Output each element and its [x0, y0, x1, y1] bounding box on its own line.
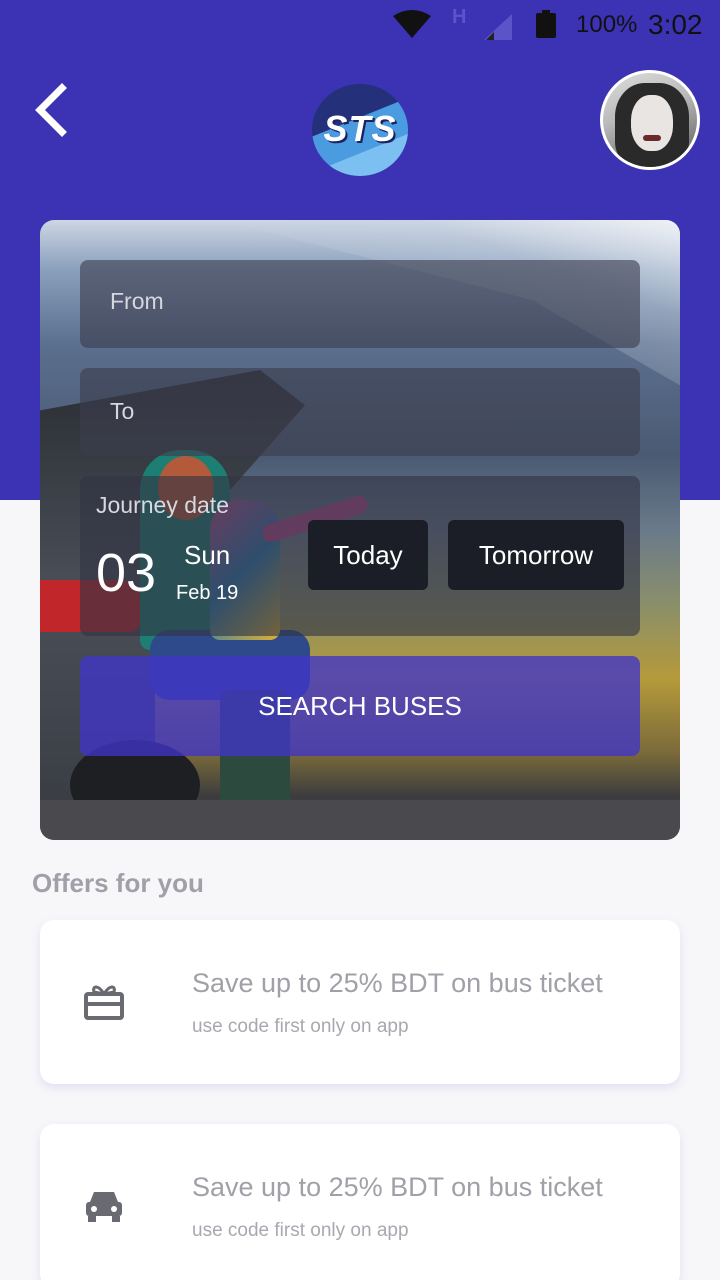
- network-type-indicator: H: [452, 6, 467, 28]
- status-bar: H 100% 3:02: [0, 0, 720, 50]
- offer-title: Save up to 25% BDT on bus ticket: [192, 1172, 603, 1202]
- to-field[interactable]: To: [80, 368, 640, 456]
- car-icon: [86, 1192, 122, 1222]
- offer-title: Save up to 25% BDT on bus ticket: [192, 968, 603, 998]
- app-logo: STS: [312, 84, 408, 176]
- wifi-icon: [393, 10, 431, 38]
- user-avatar[interactable]: [600, 70, 700, 170]
- battery-icon: [536, 10, 556, 38]
- date-day-number: 03: [96, 543, 157, 603]
- journey-date-picker[interactable]: Journey date 03 Sun Feb 19 Today Tomorro…: [80, 476, 640, 636]
- today-button[interactable]: Today: [308, 520, 428, 590]
- avatar-face: [631, 95, 673, 151]
- chevron-left-icon: [35, 83, 67, 137]
- gift-icon: [84, 985, 124, 1020]
- avatar-lips: [643, 135, 661, 141]
- battery-percent: 100%: [576, 11, 638, 38]
- hero-road: [40, 800, 680, 840]
- date-month-day: Feb 19: [176, 582, 239, 604]
- search-card: From To Journey date 03 Sun Feb 19 Today…: [40, 220, 680, 840]
- date-weekday: Sun: [184, 540, 231, 570]
- to-placeholder: To: [110, 398, 135, 424]
- offer-subtitle: use code first only on app: [192, 1016, 409, 1037]
- offer-card[interactable]: Save up to 25% BDT on bus ticket use cod…: [40, 920, 680, 1084]
- back-button[interactable]: [28, 80, 78, 140]
- logo-text: STS: [323, 108, 397, 149]
- from-placeholder: From: [110, 288, 164, 314]
- signal-icon: [484, 14, 512, 40]
- offers-title: Offers for you: [32, 868, 204, 898]
- from-field[interactable]: From: [80, 260, 640, 348]
- offer-card[interactable]: Save up to 25% BDT on bus ticket use cod…: [40, 1124, 680, 1280]
- status-time: 3:02: [648, 9, 703, 40]
- offer-subtitle: use code first only on app: [192, 1220, 409, 1241]
- search-buses-button[interactable]: SEARCH BUSES: [80, 656, 640, 756]
- journey-date-label: Journey date: [96, 492, 229, 518]
- tomorrow-button[interactable]: Tomorrow: [448, 520, 624, 590]
